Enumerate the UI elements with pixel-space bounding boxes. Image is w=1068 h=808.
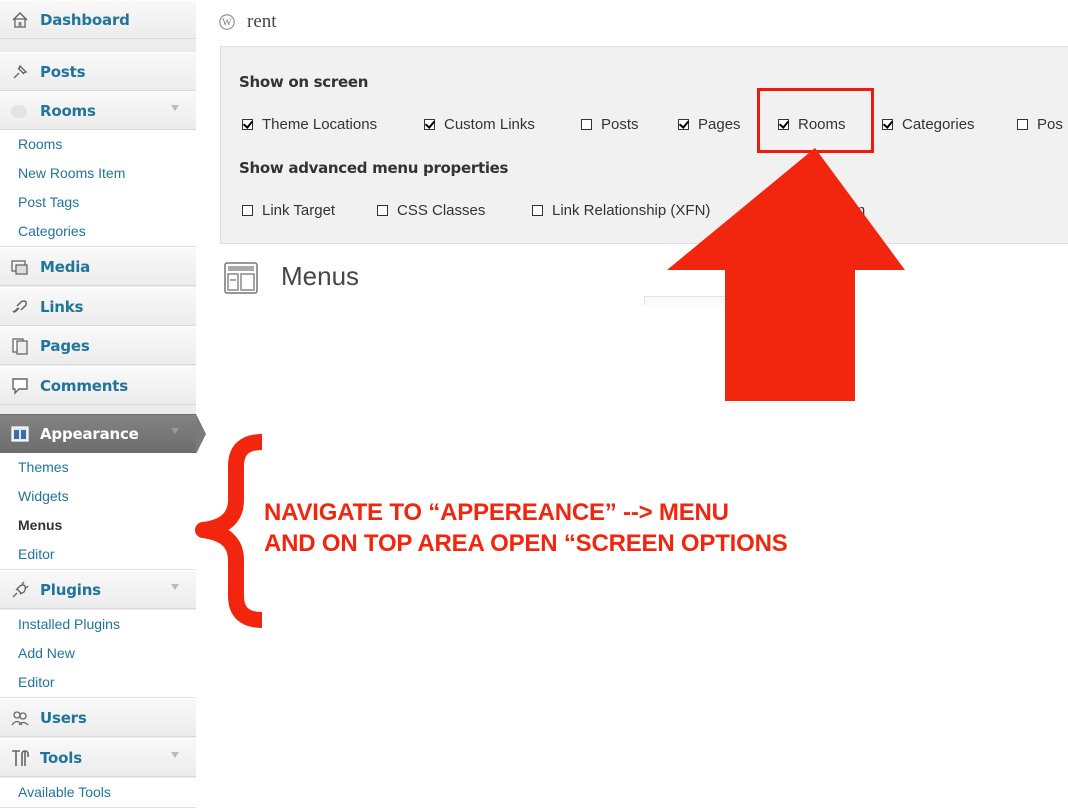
instruction-line-2: AND ON TOP AREA OPEN “SCREEN OPTIONS (264, 530, 788, 557)
instruction-annotation: NAVIGATE TO “APPEREANCE” --> MENU AND ON… (264, 497, 788, 559)
curly-brace-annotation (195, 434, 263, 628)
instruction-line-1: NAVIGATE TO “APPEREANCE” --> MENU (264, 499, 729, 526)
